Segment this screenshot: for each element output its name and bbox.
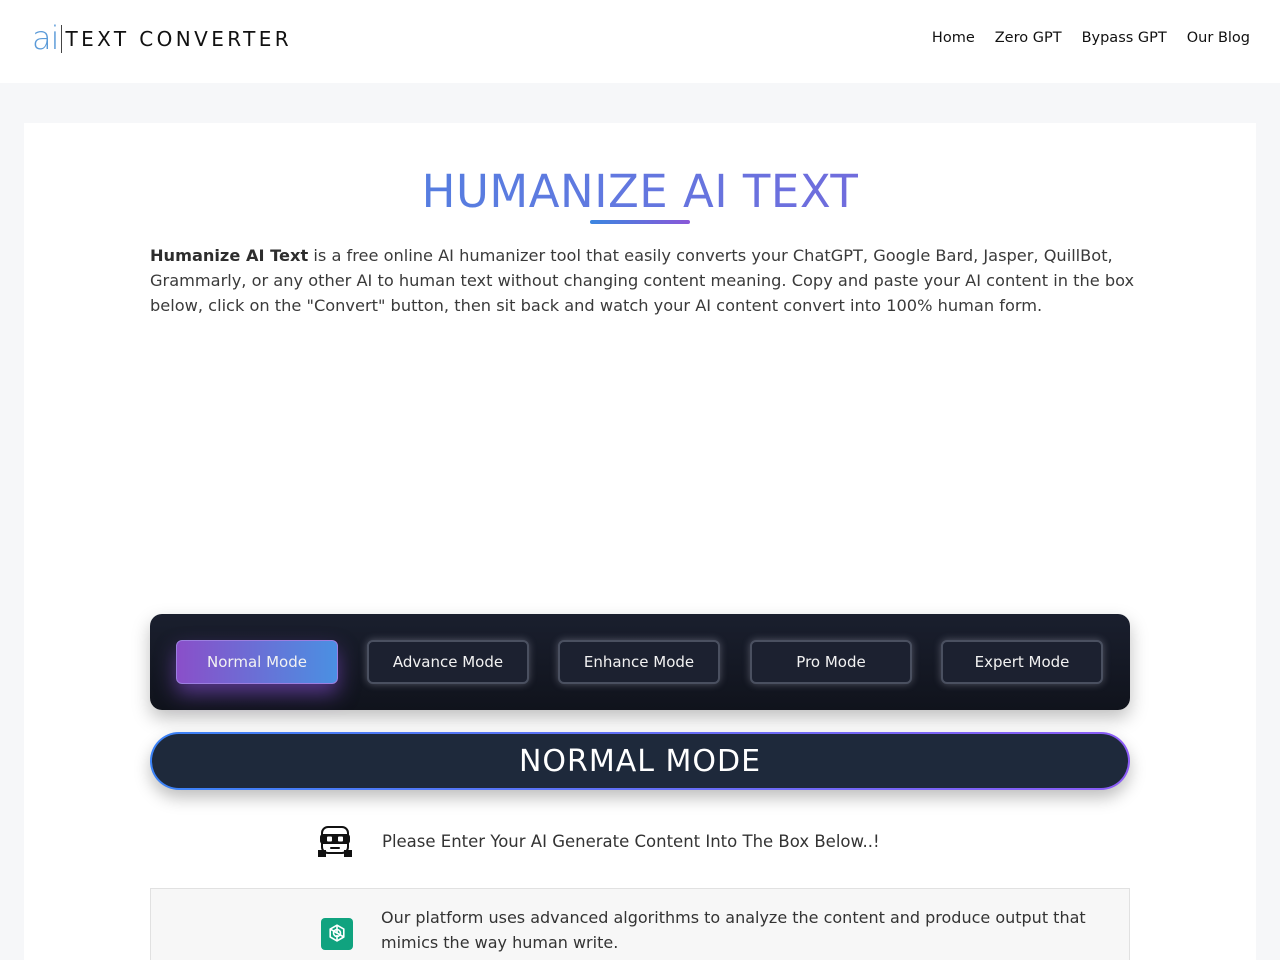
intro-bold-text: Humanize AI Text — [150, 246, 309, 265]
mode-selector-panel: Normal Mode Advance Mode Enhance Mode Pr… — [150, 614, 1130, 710]
expert-mode-button[interactable]: Expert Mode — [941, 640, 1103, 684]
normal-mode-button[interactable]: Normal Mode — [176, 640, 338, 684]
prompt-row: Please Enter Your AI Generate Content In… — [318, 824, 880, 858]
pro-mode-button[interactable]: Pro Mode — [750, 640, 912, 684]
advance-mode-button[interactable]: Advance Mode — [367, 640, 529, 684]
enhance-mode-button[interactable]: Enhance Mode — [558, 640, 720, 684]
prompt-text: Please Enter Your AI Generate Content In… — [382, 831, 880, 851]
nav-home-link[interactable]: Home — [932, 30, 975, 46]
intro-paragraph: Humanize AI Text is a free online AI hum… — [150, 243, 1135, 318]
info-text: Our platform uses advanced algorithms to… — [381, 908, 1086, 952]
nav-bypass-gpt-link[interactable]: Bypass GPT — [1082, 30, 1167, 46]
robot-icon — [318, 826, 352, 857]
chatgpt-icon — [321, 918, 353, 950]
info-box: Our platform uses advanced algorithms to… — [150, 888, 1130, 960]
site-logo[interactable]: ai TEXT CONVERTER — [32, 22, 292, 56]
logo-ai-mark: ai — [32, 19, 59, 57]
site-header: ai TEXT CONVERTER Home Zero GPT Bypass G… — [0, 0, 1280, 83]
title-underline — [590, 220, 690, 224]
nav-zero-gpt-link[interactable]: Zero GPT — [995, 30, 1062, 46]
current-mode-banner: NORMAL MODE — [150, 732, 1130, 790]
logo-divider — [60, 25, 62, 53]
logo-text: TEXT CONVERTER — [65, 27, 293, 51]
current-mode-label: NORMAL MODE — [518, 743, 762, 779]
page-title: HUMANIZE AI TEXT — [0, 165, 1280, 218]
main-nav: Home Zero GPT Bypass GPT Our Blog — [932, 30, 1250, 46]
nav-our-blog-link[interactable]: Our Blog — [1187, 30, 1250, 46]
